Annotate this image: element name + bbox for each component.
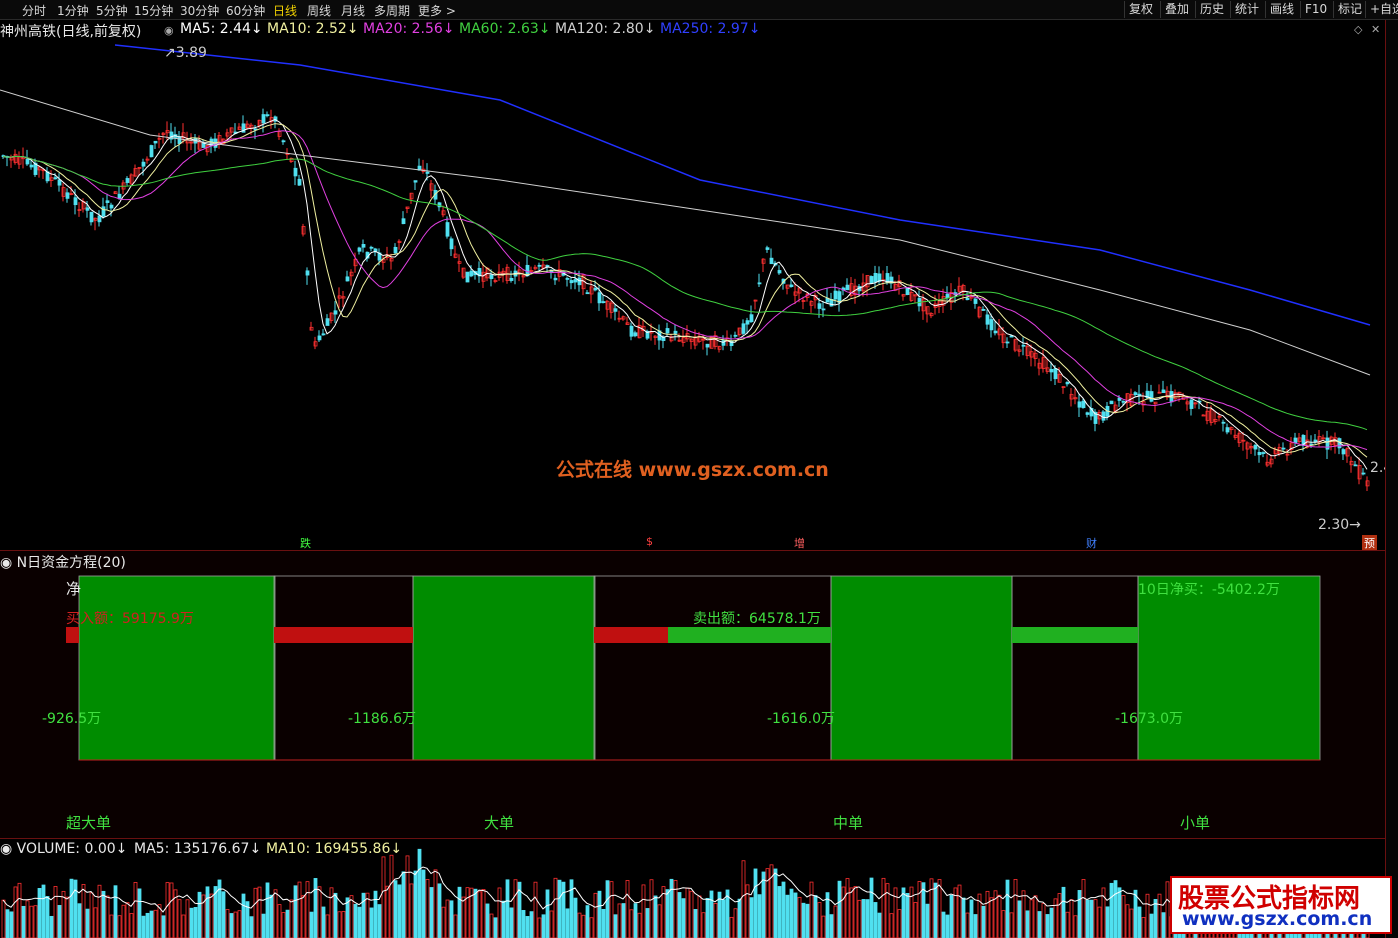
close-icon[interactable]: ✕ — [1371, 23, 1380, 36]
event-marker[interactable]: 增 — [794, 535, 805, 551]
watermark: 公式在线 www.gszx.com.cn — [556, 459, 829, 481]
mark-button[interactable]: 标记 — [1333, 1, 1366, 18]
tab-monthly[interactable]: 月线 — [341, 2, 365, 19]
tab-intraday[interactable]: 分时 — [22, 2, 46, 19]
ma120-label: MA120: 2.80↓ — [555, 21, 656, 37]
high-price-label: ↗3.89 — [164, 45, 207, 61]
tab-60min[interactable]: 60分钟 — [226, 2, 265, 19]
collapse-icon[interactable]: ◉ — [164, 24, 174, 37]
diamond-icon[interactable]: ◇ — [1354, 23, 1362, 36]
category-label: 超大单 — [66, 814, 112, 832]
ma5-label: MA5: 2.44↓ — [180, 21, 263, 37]
ma60-label: MA60: 2.63↓ — [459, 21, 551, 37]
category-label: 大单 — [484, 814, 515, 832]
tab-daily[interactable]: 日线 — [273, 2, 297, 19]
tab-multi-period[interactable]: 多周期 — [374, 2, 410, 19]
period-toolbar: 分时 1分钟 5分钟 15分钟 30分钟 60分钟 日线 周线 月线 多周期 更… — [0, 0, 1398, 20]
indicator-title: ◉ N日资金方程(20) — [0, 555, 126, 571]
brand-watermark: 股票公式指标网 www.gszx.com.cn — [1170, 876, 1392, 934]
sell-amount-label: 卖出额：64578.1万 — [693, 611, 821, 627]
tab-15min[interactable]: 15分钟 — [134, 2, 173, 19]
ma10-label: MA10: 2.52↓ — [267, 21, 359, 37]
event-marker[interactable]: $ — [646, 535, 653, 548]
net-char: 净 — [66, 580, 82, 598]
tab-30min[interactable]: 30分钟 — [180, 2, 219, 19]
tab-more[interactable]: 更多 > — [418, 2, 456, 19]
volume-ma5-label: MA5: 135176.67↓ — [134, 841, 262, 857]
add-watchlist-button[interactable]: +自选 — [1365, 1, 1398, 18]
brand-url: www.gszx.com.cn — [1182, 908, 1373, 930]
value-label: -1673.0万 — [1115, 711, 1184, 727]
value-label: -1616.0万 — [767, 711, 836, 727]
event-marker[interactable]: 预 — [1362, 535, 1377, 551]
statistics-button[interactable]: 统计 — [1230, 1, 1263, 18]
net10-label: 10日净买：-5402.2万 — [1138, 582, 1280, 598]
history-button[interactable]: 历史 — [1195, 1, 1228, 18]
category-label: 中单 — [833, 814, 864, 832]
f10-button[interactable]: F10 — [1300, 1, 1331, 18]
draw-line-button[interactable]: 画线 — [1265, 1, 1298, 18]
tab-weekly[interactable]: 周线 — [307, 2, 331, 19]
volume-ma10-label: MA10: 169455.86↓ — [266, 841, 403, 857]
event-marker[interactable]: 跌 — [300, 535, 311, 551]
event-marker[interactable]: 财 — [1086, 535, 1097, 551]
tab-1min[interactable]: 1分钟 — [57, 2, 89, 19]
value-label: -926.5万 — [42, 711, 102, 727]
ma20-label: MA20: 2.56↓ — [363, 21, 455, 37]
value-label: -1186.6万 — [348, 711, 417, 727]
overlay-button[interactable]: 叠加 — [1160, 1, 1193, 18]
ma250-label: MA250: 2.97↓ — [660, 21, 761, 37]
tab-5min[interactable]: 5分钟 — [96, 2, 128, 19]
price-scale[interactable] — [1385, 20, 1398, 938]
buy-amount-label: 买入额：59175.9万 — [66, 611, 194, 627]
restore-rights-button[interactable]: 复权 — [1124, 1, 1157, 18]
stock-title: 神州高铁(日线,前复权) — [0, 24, 142, 40]
volume-label: ◉ VOLUME: 0.00↓ — [0, 841, 128, 857]
category-label: 小单 — [1180, 814, 1211, 832]
low-price-label: 2.30→ — [1318, 517, 1361, 533]
